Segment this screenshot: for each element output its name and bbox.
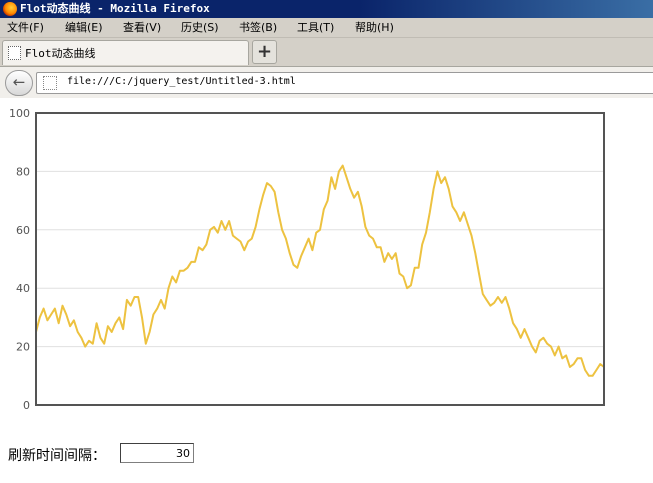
y-tick-label: 40	[16, 282, 30, 295]
navigation-bar: ← file:///C:/jquery_test/Untitled-3.html	[0, 66, 653, 99]
y-tick-label: 0	[23, 399, 30, 412]
menu-edit[interactable]: 编辑(E)	[64, 20, 104, 35]
site-identity-icon[interactable]	[43, 76, 57, 90]
url-bar[interactable]: file:///C:/jquery_test/Untitled-3.html	[36, 72, 653, 94]
y-tick-label: 60	[16, 224, 30, 237]
page-icon	[8, 46, 21, 60]
y-tick-label: 100	[9, 107, 30, 120]
back-button[interactable]: ←	[5, 70, 33, 96]
url-text: file:///C:/jquery_test/Untitled-3.html	[67, 76, 296, 87]
back-arrow-icon: ←	[12, 73, 26, 91]
tab-label: Flot动态曲线	[25, 47, 96, 60]
refresh-interval-label: 刷新时间间隔：	[8, 448, 106, 464]
y-tick-label: 80	[16, 165, 30, 178]
new-tab-button[interactable]: +	[252, 40, 277, 64]
y-tick-label: 20	[16, 341, 30, 354]
tab-active[interactable]: Flot动态曲线	[2, 40, 249, 65]
menu-bookmarks[interactable]: 书签(B)	[238, 20, 278, 35]
menu-help[interactable]: 帮助(H)	[354, 20, 395, 35]
menu-history[interactable]: 历史(S)	[180, 20, 220, 35]
plot-border	[35, 112, 605, 406]
refresh-interval-input[interactable]	[120, 443, 194, 463]
menu-tools[interactable]: 工具(T)	[296, 20, 335, 35]
menu-file[interactable]: 文件(F)	[6, 20, 45, 35]
line-chart: 0 20 40 60 80 100	[9, 107, 605, 412]
firefox-icon	[3, 2, 17, 16]
window-title-bar: Flot动态曲线 - Mozilla Firefox	[0, 0, 653, 18]
tab-strip: Flot动态曲线 +	[0, 38, 653, 66]
menu-view[interactable]: 查看(V)	[122, 20, 162, 35]
page-content: 0 20 40 60 80 100 刷新时间间隔：	[0, 98, 653, 483]
series-line	[35, 164, 605, 377]
menu-bar: 文件(F) 编辑(E) 查看(V) 历史(S) 书签(B) 工具(T) 帮助(H…	[0, 18, 653, 38]
window-title: Flot动态曲线 - Mozilla Firefox	[20, 2, 210, 15]
